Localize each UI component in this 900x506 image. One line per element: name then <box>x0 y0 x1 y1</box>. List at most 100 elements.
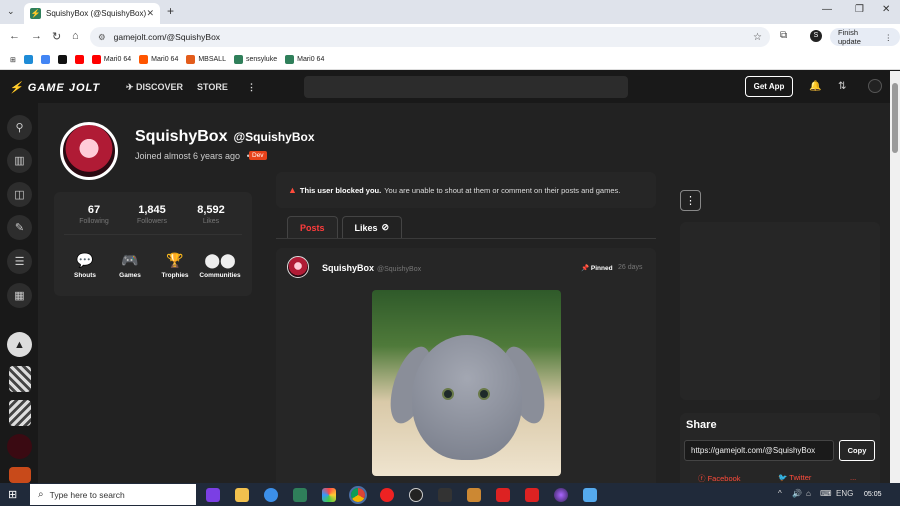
tab-search-icon[interactable]: ⌄ <box>7 6 15 17</box>
gamejolt-logo[interactable]: ⚡ GAME JOLT <box>9 81 100 94</box>
user-avatar[interactable] <box>868 79 882 93</box>
bookmark-item[interactable] <box>57 55 67 64</box>
hidden-eye-icon: ⊘ <box>381 222 390 232</box>
share-more[interactable]: ... <box>850 473 856 482</box>
minimize-icon[interactable]: — <box>822 4 832 15</box>
profile-more-button[interactable]: ⋮ <box>680 190 701 211</box>
site-search-input[interactable] <box>304 76 628 98</box>
rail-library-icon[interactable]: ▦ <box>7 283 32 308</box>
chrome-icon[interactable] <box>349 486 367 504</box>
taskbar-app-14[interactable] <box>583 488 597 502</box>
edge-icon[interactable] <box>264 488 278 502</box>
bookmark-favicon-icon <box>186 55 196 64</box>
forward-icon[interactable]: → <box>31 30 42 42</box>
tray-chevron-icon[interactable]: ^ <box>778 489 782 498</box>
taskbar-app-9[interactable] <box>438 488 452 502</box>
rail-backpack-icon[interactable]: ◫ <box>7 182 32 207</box>
bookmark-item[interactable]: Mari0 64 <box>139 55 178 64</box>
tab-close-icon[interactable]: ✕ <box>146 8 154 19</box>
home-icon[interactable]: ⌂ <box>72 30 79 42</box>
nav-store[interactable]: STORE <box>197 82 228 92</box>
file-explorer-icon[interactable] <box>235 488 249 502</box>
rail-store-icon[interactable]: ▥ <box>7 148 32 173</box>
stat-following[interactable]: 67 Following <box>64 204 124 225</box>
notifications-bell-icon[interactable]: 🔔 <box>809 81 821 92</box>
taskbar-app-13[interactable] <box>554 488 568 502</box>
taskbar-app-10[interactable] <box>467 488 481 502</box>
rail-game-thumb[interactable] <box>9 467 31 483</box>
photos-icon[interactable] <box>322 488 336 502</box>
language-indicator[interactable]: ENG <box>836 489 853 498</box>
gamejolt-app-icon[interactable] <box>293 488 307 502</box>
ad-placeholder <box>680 222 880 400</box>
browser-tab[interactable]: ⚡ SquishyBox (@SquishyBox) - G ✕ <box>24 3 160 24</box>
tab-likes[interactable]: Likes ⊘ <box>341 216 403 238</box>
site-info-icon[interactable]: ⚙ <box>98 32 106 43</box>
rail-game-avatar[interactable] <box>7 434 32 459</box>
finish-update-button[interactable]: Finish update ⋮ <box>830 28 900 46</box>
new-tab-button[interactable]: + <box>167 4 174 18</box>
communities-icon: ⬤⬤ <box>204 252 236 268</box>
bookmark-item[interactable] <box>74 55 84 64</box>
tabs-divider <box>276 238 656 239</box>
profile-avatar-icon[interactable]: S <box>810 30 822 42</box>
tab-posts[interactable]: Posts <box>287 216 338 238</box>
post-image-bunny[interactable] <box>372 290 561 476</box>
extensions-icon[interactable]: ⧉ <box>780 30 787 41</box>
pinned-post[interactable]: SquishyBox @SquishyBox 📌 Pinned 26 days <box>276 248 656 483</box>
page-scrollbar[interactable] <box>890 71 900 483</box>
nav-more-icon[interactable]: ⋮ <box>247 82 256 93</box>
rail-quests-icon[interactable]: ✎ <box>7 215 32 240</box>
maximize-icon[interactable]: ❐ <box>855 4 864 15</box>
bookmark-item[interactable]: MBSALL <box>186 55 226 64</box>
friends-icon[interactable]: ⇅ <box>838 81 846 92</box>
stat-likes: 8,592 Likes <box>197 204 225 225</box>
window-close-icon[interactable]: ✕ <box>882 4 890 15</box>
rail-chat-icon[interactable]: ☰ <box>7 249 32 274</box>
back-icon[interactable]: ← <box>9 30 20 42</box>
browser-menu-icon[interactable]: ⋮ <box>885 33 893 42</box>
rail-game-qr-1[interactable] <box>9 366 31 392</box>
scrollbar-thumb[interactable] <box>892 83 898 153</box>
share-url-input[interactable]: https://gamejolt.com/@SquishyBox <box>684 440 834 461</box>
copy-button[interactable]: Copy <box>839 440 875 461</box>
quick-link-shouts[interactable]: 💬 Shouts <box>60 252 110 279</box>
bookmark-star-icon[interactable]: ☆ <box>753 32 762 43</box>
network-icon[interactable]: ⌂ <box>806 489 811 498</box>
quick-link-games[interactable]: 🎮 Games <box>105 252 155 279</box>
rail-community-icon[interactable]: ▲ <box>7 332 32 357</box>
obs-icon[interactable] <box>409 488 423 502</box>
bookmark-item[interactable]: Mari0 64 <box>285 55 324 64</box>
apps-grid-icon[interactable]: ⊞ <box>10 56 16 64</box>
share-twitter[interactable]: 🐦 Twitter <box>778 473 811 482</box>
profile-avatar[interactable] <box>60 122 118 180</box>
tab-title: SquishyBox (@SquishyBox) - G <box>46 9 147 18</box>
rail-game-qr-2[interactable] <box>9 400 31 426</box>
record-icon[interactable] <box>380 488 394 502</box>
post-author-avatar[interactable] <box>287 256 309 278</box>
reload-icon[interactable]: ↻ <box>52 30 61 43</box>
bookmark-item[interactable]: sensyluke <box>233 55 277 64</box>
taskbar-search[interactable]: ⌕ Type here to search <box>30 484 196 505</box>
taskbar-app-11[interactable] <box>496 488 510 502</box>
post-author[interactable]: SquishyBox @SquishyBox <box>322 263 421 273</box>
bookmark-item[interactable] <box>23 55 33 64</box>
bookmark-favicon-icon <box>285 55 295 64</box>
speaker-icon[interactable]: 🔊 <box>792 489 802 498</box>
keyboard-icon[interactable]: ⌨ <box>820 489 832 498</box>
address-bar[interactable]: ⚙ gamejolt.com/@SquishyBox ☆ <box>90 27 770 47</box>
stat-followers[interactable]: 1,845 Followers <box>122 204 182 225</box>
stats-card: 67 Following 1,845 Followers 8,592 Likes… <box>54 192 252 296</box>
bookmark-item[interactable] <box>40 55 50 64</box>
taskbar-app-1[interactable] <box>206 488 220 502</box>
rail-home-icon[interactable]: ⚲ <box>7 115 32 140</box>
quick-link-trophies[interactable]: 🏆 Trophies <box>150 252 200 279</box>
share-title: Share <box>686 419 717 431</box>
nav-discover[interactable]: ✈ DISCOVER <box>126 82 183 93</box>
get-app-button[interactable]: Get App <box>745 76 793 97</box>
windows-start-icon[interactable]: ⊞ <box>8 488 17 501</box>
taskbar-clock[interactable]: 05:05 <box>864 491 882 498</box>
taskbar-app-12[interactable] <box>525 488 539 502</box>
quick-link-communities[interactable]: ⬤⬤ Communities <box>195 252 245 279</box>
bookmark-item[interactable]: Mari0 64 <box>91 55 131 64</box>
